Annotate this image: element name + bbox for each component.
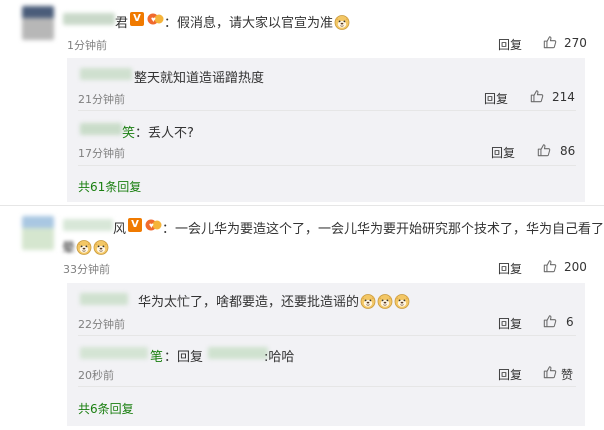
svg-text:♥: ♥ [149,221,154,230]
reply-button[interactable]: 回复 [484,90,508,107]
reply-button[interactable]: 回复 [491,144,515,161]
more-replies-link[interactable]: 共6条回复 [78,400,134,417]
divider [78,335,576,336]
divider [78,165,576,166]
comment-time: 33分钟前 [63,263,110,276]
doge-emoji-icon [377,293,393,309]
v-badge-icon: V [130,12,144,26]
reply-time: 21分钟前 [78,93,125,106]
thumb-up-icon[interactable] [543,314,557,328]
reply-time: 17分钟前 [78,147,125,160]
more-replies-link[interactable]: 共61条回复 [78,178,141,195]
thumb-up-icon[interactable] [530,89,544,103]
member-badge-icon: ♥ [145,219,162,231]
comment-text: ：假消息，请大家以官宣为准 [164,12,350,31]
avatar[interactable] [22,6,54,40]
comment-text-line2: 晕 [62,237,109,256]
reply-button[interactable]: 回复 [498,36,522,53]
username-blurred[interactable] [63,219,113,231]
thumb-up-icon[interactable] [543,259,557,273]
username-blurred[interactable] [80,293,128,305]
thumb-up-icon[interactable] [543,35,557,49]
comment-time: 1分钟前 [67,39,107,52]
username-blurred[interactable] [80,123,122,135]
doge-emoji-icon [394,293,410,309]
reply-button[interactable]: 回复 [498,260,522,277]
member-badge-icon: ♥ [147,13,164,25]
reply-text-end: :哈哈 [264,350,295,365]
reply-time: 22分钟前 [78,318,125,331]
doge-emoji-icon [93,239,109,255]
reply-text: 华为太忙了，啥都要造，还要批造谣的 [138,291,410,310]
reply-text: ：丢人不? [135,126,194,141]
username-blurred[interactable] [80,347,148,359]
thumb-up-icon[interactable] [537,143,551,157]
username-tail[interactable]: 风 [113,218,126,237]
username-tail[interactable]: 笔 [150,346,163,365]
like-label[interactable]: 赞 [561,366,573,383]
username-tail[interactable]: 笑 [122,122,135,141]
reply-text: 整天就知道造谣蹭热度 [134,71,265,86]
doge-emoji-icon [360,293,376,309]
doge-emoji-icon [76,239,92,255]
username-tail[interactable]: 君 [115,12,128,31]
like-count[interactable]: 270 [564,36,587,50]
divider [78,386,576,387]
svg-text:♥: ♥ [151,15,156,24]
like-count[interactable]: 214 [552,90,575,104]
username-blurred[interactable] [63,13,115,25]
divider [78,110,576,111]
v-badge-icon: V [128,218,142,232]
like-count[interactable]: 6 [566,315,574,329]
reply-time: 20秒前 [78,369,114,382]
reply-text: ：回复 [164,350,204,365]
like-count[interactable]: 86 [560,144,575,158]
comment-text: ：一会儿华为要造这个了，一会儿华为要开始研究那个技术了，华为自己看了都 [162,222,604,237]
thumb-up-icon[interactable] [543,365,557,379]
like-count[interactable]: 200 [564,260,587,274]
reply-button[interactable]: 回复 [498,315,522,332]
reply-button[interactable]: 回复 [498,366,522,383]
doge-emoji-icon [334,14,350,30]
comment-divider [0,205,604,206]
mention-blurred[interactable] [208,347,268,359]
username-blurred[interactable] [80,68,132,80]
avatar[interactable] [22,216,54,250]
